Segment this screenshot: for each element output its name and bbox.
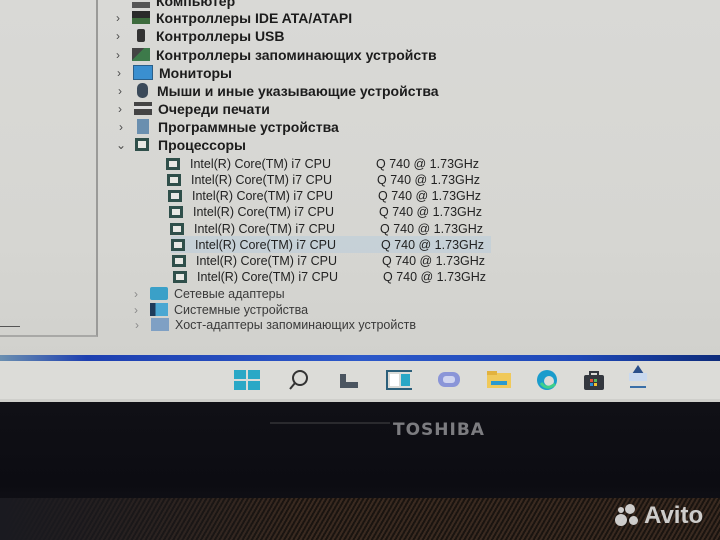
storage-host-adapter-icon (151, 318, 169, 331)
chevron-right-icon[interactable]: › (112, 29, 124, 43)
processor-icon (169, 205, 183, 218)
chevron-right-icon[interactable]: › (115, 120, 127, 134)
tree-item-mice[interactable]: › Мыши и иные указывающие устройства (114, 82, 439, 99)
laptop-brand-logo: TOSHIBA (393, 420, 485, 440)
processor-item[interactable]: Intel(R) Core(TM) i7 CPU Q 740 @ 1.73GHz (169, 203, 499, 220)
chevron-right-icon[interactable]: › (112, 11, 124, 25)
ide-controller-icon (132, 11, 150, 24)
tree-item-monitors[interactable]: › Мониторы (113, 64, 232, 81)
processor-icon (167, 173, 181, 186)
chevron-right-icon[interactable]: › (131, 318, 143, 332)
system-devices-icon (150, 303, 168, 316)
keyboard-shadow (0, 498, 300, 540)
processor-item[interactable]: Intel(R) Core(TM) i7 CPU Q 740 @ 1.73GHz (170, 220, 498, 237)
storage-controller-icon (132, 48, 150, 61)
processor-item[interactable]: Intel(R) Core(TM) i7 CPU Q 740 @ 1.73GHz (168, 187, 498, 204)
tree-item-ide[interactable]: › Контроллеры IDE ATA/ATAPI (112, 9, 352, 26)
chevron-right-icon[interactable]: › (113, 66, 125, 80)
usb-icon (137, 29, 145, 42)
tree-item-usb[interactable]: › Контроллеры USB (112, 27, 285, 44)
tree-item-storage-controllers[interactable]: › Контроллеры запоминающих устройств (112, 46, 437, 63)
chevron-right-icon[interactable]: › (114, 102, 126, 116)
printer-icon (134, 102, 152, 115)
control-panel-icon[interactable] (625, 365, 651, 388)
divider (0, 326, 20, 327)
mouse-icon (137, 83, 148, 98)
chevron-right-icon[interactable]: › (114, 84, 126, 98)
processor-icon (166, 157, 180, 170)
chat-icon[interactable] (436, 369, 462, 391)
file-explorer-icon[interactable] (486, 369, 512, 391)
screen: Компьютер › Контроллеры IDE ATA/ATAPI › … (0, 0, 720, 402)
processor-icon (171, 238, 185, 251)
watermark: Avito (615, 502, 703, 530)
bezel-edge (270, 422, 390, 424)
chevron-right-icon[interactable]: › (130, 287, 142, 301)
chevron-right-icon[interactable]: › (130, 303, 142, 317)
taskbar (0, 361, 720, 399)
tree-item-storage-host-adapters[interactable]: › Хост-адаптеры запоминающих устройств (131, 316, 416, 333)
tree-item-network-adapters[interactable]: › Сетевые адаптеры (130, 285, 285, 302)
processor-icon (172, 254, 186, 267)
chevron-down-icon[interactable]: ⌄ (115, 138, 127, 152)
chevron-right-icon[interactable]: › (112, 48, 124, 62)
processor-item-selected[interactable]: Intel(R) Core(TM) i7 CPU Q 740 @ 1.73GHz (171, 236, 491, 253)
store-icon[interactable] (581, 369, 607, 391)
tree-item-print-queues[interactable]: › Очереди печати (114, 100, 270, 117)
processor-item[interactable]: Intel(R) Core(TM) i7 CPU Q 740 @ 1.73GHz (173, 268, 499, 285)
tree-item-processors[interactable]: ⌄ Процессоры (115, 136, 246, 153)
network-adapter-icon (150, 287, 168, 300)
processor-icon (135, 138, 149, 151)
task-view-icon[interactable] (336, 369, 362, 391)
processor-item[interactable]: Intel(R) Core(TM) i7 CPU Q 740 @ 1.73GHz (167, 171, 497, 188)
start-icon[interactable] (234, 369, 260, 391)
tree-item-software-devices[interactable]: › Программные устройства (115, 118, 339, 135)
computer-icon (132, 1, 150, 8)
processor-icon (173, 270, 187, 283)
monitor-icon (133, 65, 153, 80)
processor-item[interactable]: Intel(R) Core(TM) i7 CPU Q 740 @ 1.73GHz (172, 252, 498, 269)
processor-item[interactable]: Intel(R) Core(TM) i7 CPU Q 740 @ 1.73GHz (166, 155, 496, 172)
software-device-icon (137, 119, 149, 134)
avito-logo-icon (615, 504, 641, 528)
processor-icon (168, 189, 182, 202)
edge-icon[interactable] (534, 369, 560, 391)
widgets-icon[interactable] (386, 369, 412, 391)
processor-icon (170, 222, 184, 235)
tree-item-computer[interactable]: Компьютер (132, 0, 235, 9)
left-pane (0, 0, 98, 337)
search-icon[interactable] (286, 369, 312, 391)
